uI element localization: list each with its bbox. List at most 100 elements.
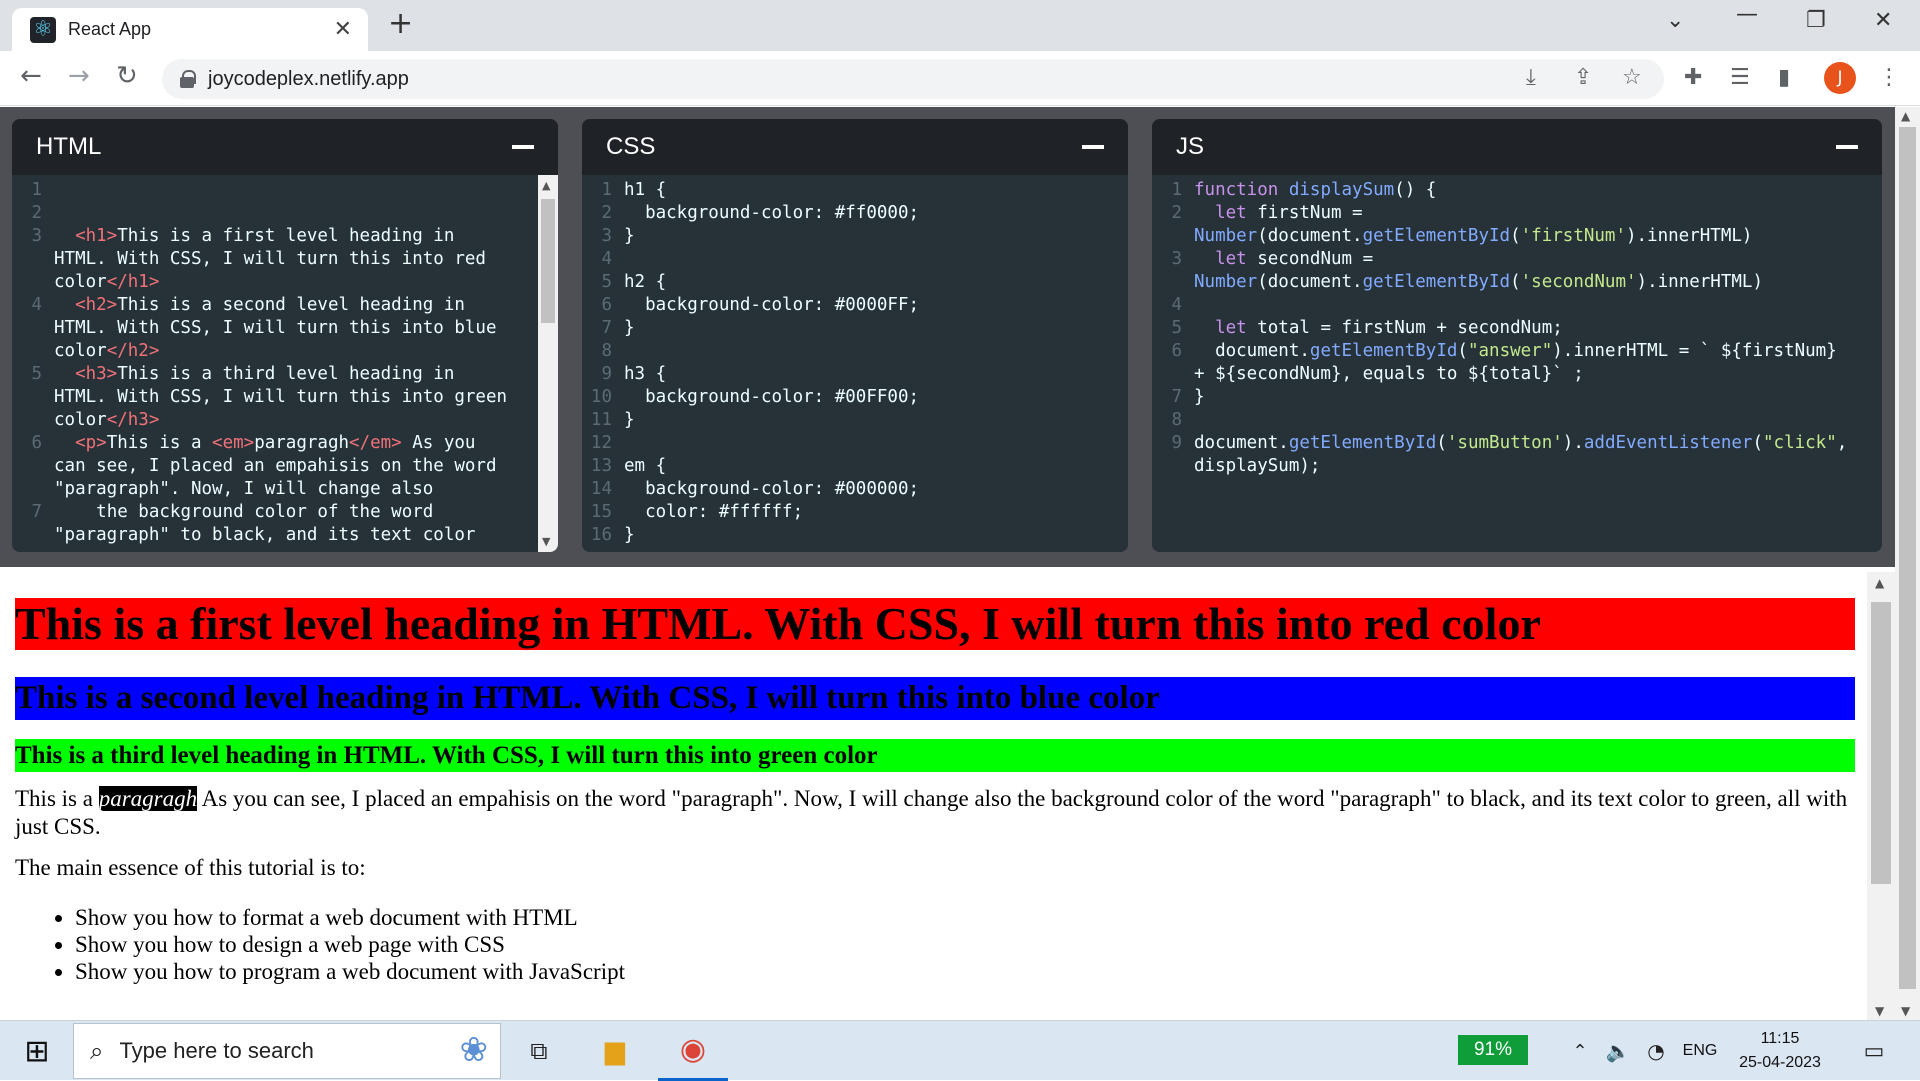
code-text: let firstNum = Number(document.getElemen…	[1194, 203, 1753, 246]
lock-icon	[180, 70, 196, 88]
line-number: 13	[590, 456, 612, 476]
css-code-line: 3}	[582, 225, 1128, 248]
react-logo-icon: ⚛	[30, 16, 56, 43]
search-icon: ⌕	[90, 1037, 104, 1065]
collapse-css-button[interactable]	[1082, 145, 1104, 149]
code-text: background-color: #ff0000;	[624, 203, 920, 223]
code-text: em {	[624, 456, 667, 476]
css-code-line: 4	[582, 248, 1128, 271]
emphasized-word: paragragh	[98, 786, 198, 811]
side-panel-icon[interactable]: ▮	[1778, 65, 1790, 90]
back-icon[interactable]: ←	[20, 61, 42, 91]
line-number: 7	[601, 318, 612, 338]
tab-search-chevron-icon[interactable]: ⌄	[1666, 8, 1684, 33]
line-number: 2	[31, 203, 42, 223]
js-code-line: 1 function displaySum() {	[1152, 179, 1882, 202]
line-number: 7	[1171, 387, 1182, 407]
scroll-down-arrow-icon[interactable]: ▼	[1875, 1004, 1884, 1018]
language-indicator[interactable]: ENG	[1680, 1021, 1720, 1081]
close-tab-icon[interactable]: ✕	[334, 17, 352, 42]
more-menu-icon[interactable]: ⋮	[1878, 65, 1900, 90]
collapse-html-button[interactable]	[512, 145, 534, 149]
code-text: <p>This is a <em>paragragh</em> As you c…	[54, 433, 497, 499]
css-code-line: 2 background-color: #ff0000;	[582, 202, 1128, 225]
preview-h2: This is a second level heading in HTML. …	[15, 677, 1855, 720]
css-code-area[interactable]: 1 h1 {2 background-color: #ff0000; 3} 4 5 h2 …	[582, 175, 1128, 552]
chrome-taskbar-icon[interactable]: ◉	[658, 1021, 728, 1081]
forward-icon[interactable]: →	[68, 61, 90, 91]
share-icon[interactable]: ⇪	[1574, 65, 1592, 90]
css-code-line: 10 background-color: #00FF00;	[582, 386, 1128, 409]
html-editor-title: HTML	[36, 133, 102, 160]
new-tab-icon[interactable]: +	[388, 6, 413, 41]
tab-strip: ⚛ React App ✕ + ⌄ — ❐ ✕	[0, 0, 1920, 51]
js-editor-title: JS	[1176, 133, 1205, 160]
html-code-line: 4 <h2>This is a second level heading in …	[12, 294, 532, 363]
browser-tab[interactable]: ⚛ React App ✕	[12, 8, 368, 51]
code-text: let total = firstNum + secondNum;	[1215, 318, 1563, 338]
minimize-window-icon[interactable]: —	[1736, 2, 1758, 27]
scroll-up-arrow-icon[interactable]: ▲	[1875, 576, 1884, 590]
css-code-line: 13 em {	[582, 455, 1128, 478]
html-editor-scrollbar[interactable]: ▲ ▼	[538, 175, 558, 552]
scroll-down-arrow-icon[interactable]: ▼	[1901, 1004, 1910, 1018]
css-code-line: 16}	[582, 524, 1128, 547]
scrollbar-thumb[interactable]	[1899, 127, 1916, 989]
address-bar[interactable]: joycodeplex.netlify.app	[162, 59, 1664, 99]
scroll-up-arrow-icon[interactable]: ▲	[542, 179, 550, 192]
editor-area: HTML 123 <h1>This is a first level headi…	[0, 107, 1895, 567]
list-item: Show you how to design a web page with C…	[75, 931, 625, 958]
js-code-area[interactable]: 1 function displaySum() {2 let firstNum =…	[1152, 175, 1882, 552]
line-number: 1	[1171, 180, 1182, 200]
html-code-line: 5 <h3>This is a third level heading in H…	[12, 363, 532, 432]
js-code-line: 5 let total = firstNum + secondNum;	[1152, 317, 1882, 340]
essence-text: The main essence of this tutorial is to:	[15, 855, 366, 880]
html-code-area[interactable]: 123 <h1>This is a first level heading in…	[12, 175, 558, 552]
windows-start-icon[interactable]: ⊞	[14, 1021, 60, 1081]
show-hidden-icons-icon[interactable]: ⌃	[1568, 1021, 1592, 1081]
bookmark-star-icon[interactable]: ☆	[1622, 65, 1642, 90]
collapse-js-button[interactable]	[1836, 145, 1858, 149]
js-code-line: 3 let secondNum = Number(document.getEle…	[1152, 248, 1882, 294]
line-number: 15	[590, 502, 612, 522]
extensions-puzzle-icon[interactable]: ✚	[1684, 65, 1702, 90]
profile-avatar[interactable]: J	[1824, 62, 1856, 94]
line-number: 7	[31, 502, 42, 522]
paragraph-lead-text: This is a	[15, 786, 99, 811]
line-number: 5	[1171, 318, 1182, 338]
battery-indicator[interactable]: 91%	[1458, 1035, 1528, 1065]
html-code-line: 3 <h1>This is a first level heading in H…	[12, 225, 532, 294]
task-view-icon[interactable]: ⧉	[516, 1021, 562, 1081]
code-text: h3 {	[624, 364, 667, 384]
wifi-icon[interactable]: ◔	[1642, 1021, 1670, 1081]
media-queue-icon[interactable]: ☰	[1730, 65, 1750, 90]
preview-scrollbar[interactable]: ▲ ▼	[1867, 572, 1895, 1020]
install-app-icon[interactable]: ⤓	[1526, 65, 1536, 90]
line-number: 3	[601, 226, 612, 246]
page-scrollbar[interactable]: ▲ ▼	[1895, 107, 1920, 1020]
file-explorer-icon[interactable]: ▆	[590, 1021, 640, 1081]
reload-icon[interactable]: ↻	[116, 61, 138, 91]
scroll-down-arrow-icon[interactable]: ▼	[542, 535, 550, 548]
js-code-line: 4	[1152, 294, 1882, 317]
preview-h1: This is a first level heading in HTML. W…	[15, 598, 1855, 650]
line-number: 4	[1171, 295, 1182, 315]
code-text: the background color of the word "paragr…	[54, 502, 476, 545]
code-text: document.getElementById('sumButton').add…	[1194, 433, 1848, 476]
code-text: document.getElementById("answer").innerH…	[1194, 341, 1837, 384]
css-editor-header: CSS	[582, 119, 1128, 175]
notification-center-icon[interactable]: ▭	[1854, 1021, 1894, 1081]
scroll-up-arrow-icon[interactable]: ▲	[1901, 109, 1910, 123]
restore-window-icon[interactable]: ❐	[1806, 8, 1826, 33]
line-number: 9	[1171, 433, 1182, 453]
taskbar-clock[interactable]: 11:15 25-04-2023	[1720, 1027, 1840, 1075]
taskbar-search-box[interactable]: ⌕ Type here to search ❀	[73, 1023, 501, 1079]
scrollbar-thumb[interactable]	[541, 199, 555, 323]
windows-taskbar: ⊞ ⌕ Type here to search ❀ ⧉ ▆ ◉ 91% ⌃ 🔈 …	[0, 1020, 1920, 1081]
line-number: 2	[601, 203, 612, 223]
volume-icon[interactable]: 🔈	[1604, 1021, 1632, 1081]
css-code-line: 11}	[582, 409, 1128, 432]
scrollbar-thumb[interactable]	[1871, 602, 1891, 884]
js-editor-panel: JS 1 function displaySum() {2 let firstNu…	[1152, 119, 1882, 552]
close-window-icon[interactable]: ✕	[1874, 8, 1892, 33]
